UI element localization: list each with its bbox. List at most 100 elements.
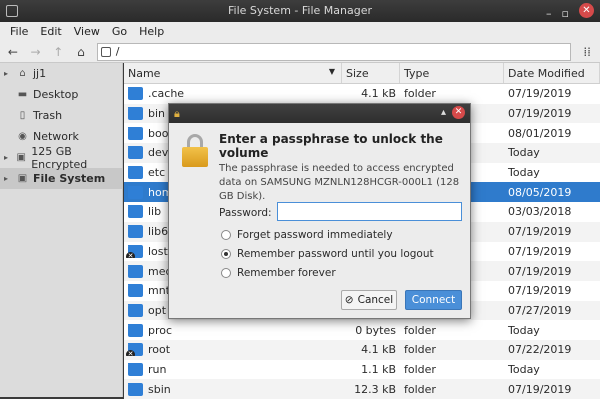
expand-icon[interactable]: ▸ xyxy=(4,153,11,162)
file-name: root xyxy=(148,343,171,357)
app-icon xyxy=(6,5,18,17)
file-name: proc xyxy=(148,323,173,337)
file-size: 4.1 kB xyxy=(361,87,396,101)
file-date: Today xyxy=(508,362,540,376)
folder-icon xyxy=(128,323,143,337)
radio-button[interactable] xyxy=(221,268,231,278)
window-title: File System - File Manager xyxy=(227,4,372,17)
drive-icon: ▣ xyxy=(17,172,28,184)
expand-icon[interactable]: ▸ xyxy=(4,69,12,78)
file-date: 07/19/2019 xyxy=(508,264,572,278)
folder-icon xyxy=(128,87,143,101)
sidebar-item-label: Desktop xyxy=(33,88,79,101)
column-header-label: Name xyxy=(128,67,161,80)
desktop-icon: ▬ xyxy=(17,88,28,100)
dialog-heading: Enter a passphrase to unlock the volume xyxy=(219,132,443,160)
file-date: Today xyxy=(508,146,540,160)
folder-icon xyxy=(128,284,143,298)
file-date: Today xyxy=(508,323,540,337)
file-name-cell: sbin xyxy=(124,382,342,396)
menu-go[interactable]: Go xyxy=(106,22,133,41)
radio-forget-immediately[interactable]: Forget password immediately xyxy=(221,229,393,241)
column-header-date[interactable]: Date Modified xyxy=(504,63,600,83)
password-field[interactable] xyxy=(277,202,462,221)
toolbar: ← → ↑ ⌂ / ⁞⁞ xyxy=(0,41,600,63)
folder-icon xyxy=(128,185,143,199)
file-date: 07/19/2019 xyxy=(508,107,572,121)
table-row[interactable]: proc 0 bytes folder Today xyxy=(124,320,600,340)
expand-icon[interactable]: ▸ xyxy=(4,174,12,183)
menu-view[interactable]: View xyxy=(68,22,106,41)
connect-label: Connect xyxy=(411,294,456,306)
file-name: etc xyxy=(148,166,166,180)
radio-label: Remember forever xyxy=(237,267,336,279)
file-size: 12.3 kB xyxy=(354,382,396,396)
radio-remember-forever[interactable]: Remember forever xyxy=(221,267,336,279)
folder-icon xyxy=(128,264,143,278)
grid-menu-icon[interactable]: ⁞⁞ xyxy=(580,45,594,59)
table-row[interactable]: .cache 4.1 kB folder 07/19/2019 xyxy=(124,84,600,104)
file-name: lib xyxy=(148,205,162,219)
radio-button[interactable] xyxy=(221,230,231,240)
sidebar-item-encrypted-volume[interactable]: ▸ ▣ 125 GB Encrypted xyxy=(0,144,122,171)
location-bar[interactable]: / xyxy=(96,42,572,61)
sidebar-item-label: File System xyxy=(33,172,106,185)
file-size: 4.1 kB xyxy=(361,343,396,357)
sidebar-item-trash[interactable]: ▯ Trash xyxy=(0,105,122,126)
menu-edit[interactable]: Edit xyxy=(34,22,67,41)
file-size: 1.1 kB xyxy=(361,362,396,376)
cancel-icon: ⊘ xyxy=(344,294,354,306)
file-date: 08/01/2019 xyxy=(508,126,572,140)
table-row[interactable]: run 1.1 kB folder Today xyxy=(124,360,600,380)
trash-icon: ▯ xyxy=(19,109,26,121)
folder-icon xyxy=(128,205,143,219)
column-header-size[interactable]: Size xyxy=(342,63,400,83)
menu-help[interactable]: Help xyxy=(133,22,170,41)
sidebar-item-label: Trash xyxy=(33,109,63,122)
cancel-button[interactable]: ⊘ Cancel xyxy=(341,290,397,310)
file-name: sbin xyxy=(148,382,171,396)
sort-chevron-icon: ▼ xyxy=(328,67,335,76)
back-icon[interactable]: ← xyxy=(6,45,20,59)
sidebar-item-label: 125 GB Encrypted xyxy=(31,144,88,171)
forward-icon[interactable]: → xyxy=(29,45,43,59)
sidebar-item-file-system[interactable]: ▸ ▣ File System xyxy=(0,168,122,189)
folder-icon xyxy=(128,146,143,160)
sidebar: ▸ ⌂ jj1 ▬ Desktop ▯ Trash ◉ Network ▸ ▣ … xyxy=(0,63,123,397)
folder-icon: ✕ xyxy=(126,244,143,258)
column-header-name[interactable]: Name ▼ xyxy=(124,63,342,83)
up-icon[interactable]: ↑ xyxy=(51,45,65,59)
dialog-description: The passphrase is needed to access encry… xyxy=(219,163,460,202)
unlock-dialog: 🔒︎ ▴ ✕ Enter a passphrase to unlock the … xyxy=(168,103,471,319)
window-titlebar: File System - File Manager – ▫ ✕ xyxy=(0,0,600,22)
menu-file[interactable]: File xyxy=(4,22,34,41)
folder-icon xyxy=(128,107,143,121)
table-row[interactable]: ✕ root 4.1 kB folder 07/22/2019 xyxy=(124,339,600,360)
sidebar-item-home[interactable]: ▸ ⌂ jj1 xyxy=(0,63,122,84)
file-name-cell: proc xyxy=(124,323,342,337)
table-row[interactable]: sbin 12.3 kB folder 07/19/2019 xyxy=(124,379,600,399)
radio-button-selected[interactable] xyxy=(221,249,231,259)
file-name-cell: run xyxy=(124,362,342,376)
folder-icon xyxy=(128,166,143,180)
file-date: 07/19/2019 xyxy=(508,284,572,298)
radio-remember-until-logout[interactable]: Remember password until you logout xyxy=(221,248,434,260)
file-type: folder xyxy=(404,323,436,337)
dialog-close-icon[interactable]: ✕ xyxy=(452,106,465,119)
column-header-type[interactable]: Type xyxy=(400,63,504,83)
lock-badge-icon: ✕ xyxy=(126,350,135,357)
home-icon[interactable]: ⌂ xyxy=(74,45,88,59)
folder-icon xyxy=(128,303,143,317)
file-name: dev xyxy=(148,146,169,160)
folder-icon xyxy=(128,225,143,239)
lock-icon: 🔒︎ xyxy=(174,107,180,120)
file-type: folder xyxy=(404,343,436,357)
sidebar-item-desktop[interactable]: ▬ Desktop xyxy=(0,84,122,105)
dialog-maximize-icon[interactable]: ▴ xyxy=(441,107,446,118)
file-type: folder xyxy=(404,87,436,101)
close-icon[interactable]: ✕ xyxy=(579,3,594,18)
connect-button[interactable]: Connect xyxy=(405,290,462,310)
folder-icon xyxy=(128,126,143,140)
file-name-cell: .cache xyxy=(124,87,342,101)
file-name: bin xyxy=(148,107,166,121)
